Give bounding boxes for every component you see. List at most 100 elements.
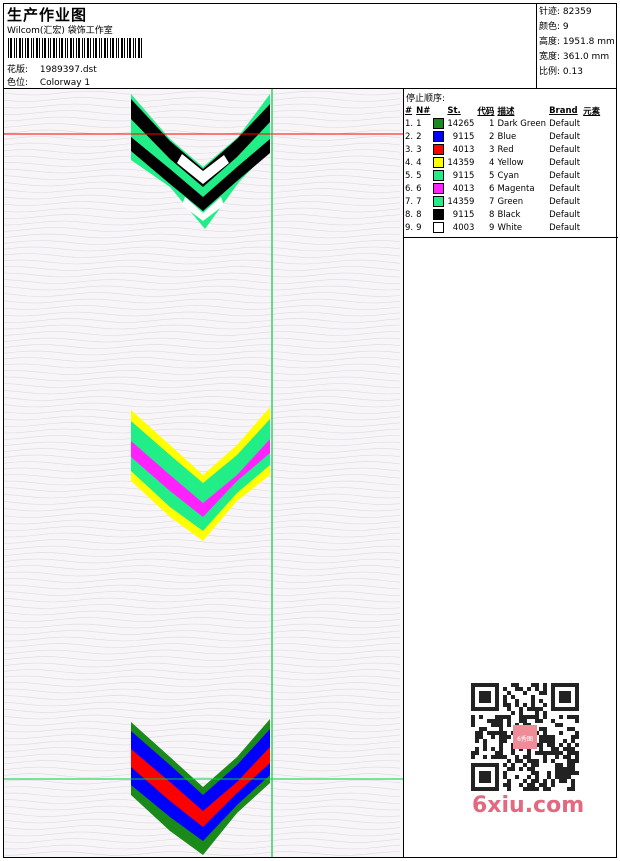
motif-middle (131, 407, 270, 541)
row-index: 6. (405, 183, 414, 194)
colorway-value: Colorway 1 (39, 78, 91, 88)
col-description: 描述 (497, 106, 515, 117)
row-needle: 8 (416, 209, 422, 220)
stat-colors: 颜色: 9 (539, 20, 618, 35)
row-brand: Default (549, 196, 581, 207)
row-needle: 6 (416, 183, 422, 194)
row-swatch (433, 156, 447, 169)
table-row: 2. 2 9115 2 Blue Default (405, 130, 603, 143)
stat-label: 针迹: (539, 7, 561, 17)
production-sheet: 生产作业图 Wilcom(汇宏) 袋饰工作室 花版: 1989397.dst 色… (3, 3, 618, 858)
row-element (583, 208, 603, 221)
row-index: 9. (405, 222, 414, 233)
stat-label: 颜色: (539, 22, 561, 32)
row-needle: 1 (416, 118, 422, 129)
row-stitches: 4013 (452, 144, 475, 155)
row-element (583, 182, 603, 195)
table-row: 3. 3 4013 3 Red Default (405, 143, 603, 156)
row-element (583, 169, 603, 182)
stat-value: 9 (562, 22, 569, 32)
col-code: 代码 (477, 106, 495, 117)
stat-value: 82359 (562, 7, 592, 17)
studio-name: Wilcom(汇宏) 袋饰工作室 (7, 26, 113, 36)
row-description: Cyan (497, 170, 519, 181)
panel-divider (404, 237, 618, 238)
row-code: 2 (489, 131, 495, 142)
row-swatch (433, 182, 447, 195)
stat-height: 高度: 1951.8 mm (539, 35, 618, 50)
stat-label: 宽度: (539, 52, 561, 62)
table-row: 1. 1 14265 1 Dark Green Default (405, 117, 603, 130)
color-swatch (433, 157, 445, 168)
design-file-row: 花版: 1989397.dst (7, 62, 97, 75)
row-code: 9 (489, 222, 495, 233)
row-description: Blue (497, 131, 517, 142)
color-swatch (433, 144, 445, 155)
stat-value: 361.0 mm (562, 52, 610, 62)
color-swatch (433, 183, 445, 194)
row-swatch (433, 221, 447, 234)
row-needle: 5 (416, 170, 422, 181)
row-description: Dark Green (497, 118, 547, 129)
row-description: White (497, 222, 523, 233)
row-brand: Default (549, 222, 581, 233)
row-swatch (433, 143, 447, 156)
row-index: 8. (405, 209, 414, 220)
row-needle: 7 (416, 196, 422, 207)
stop-sequence-panel: 停止顺序: # N# St. 代码 描述 Brand 元素 1. 1 14265 1 D… (404, 89, 618, 857)
design-file-label: 花版: (7, 65, 29, 75)
row-stitches: 14359 (447, 196, 475, 207)
col-stitches: St. (447, 105, 461, 116)
row-element (583, 195, 603, 208)
col-swatch (433, 104, 447, 117)
row-swatch (433, 169, 447, 182)
row-description: Magenta (497, 183, 535, 194)
row-description: Green (497, 196, 524, 207)
table-row: 8. 8 9115 8 Black Default (405, 208, 603, 221)
row-code: 1 (489, 118, 495, 129)
table-row: 9. 9 4003 9 White Default (405, 221, 603, 234)
col-index: # (405, 105, 413, 116)
stat-value: 0.13 (562, 67, 583, 77)
row-needle: 4 (416, 157, 422, 168)
color-swatch (433, 131, 445, 142)
table-header-row: # N# St. 代码 描述 Brand 元素 (405, 104, 603, 117)
table-row: 7. 7 14359 7 Green Default (405, 195, 603, 208)
stat-label: 高度: (539, 37, 561, 47)
row-brand: Default (549, 170, 581, 181)
table-row: 5. 5 9115 5 Cyan Default (405, 169, 603, 182)
row-index: 4. (405, 157, 414, 168)
colorway-row: 色位: Colorway 1 (7, 75, 90, 88)
stat-value: 1951.8 mm (562, 37, 615, 47)
color-swatch (433, 118, 445, 129)
row-code: 5 (489, 170, 495, 181)
row-description: Yellow (497, 157, 524, 168)
stat-width: 宽度: 361.0 mm (539, 50, 618, 65)
row-needle: 9 (416, 222, 422, 233)
row-index: 7. (405, 196, 414, 207)
stop-sequence-title: 停止顺序: (406, 94, 446, 104)
color-sequence-table: # N# St. 代码 描述 Brand 元素 1. 1 14265 1 Dark Gr… (405, 104, 603, 234)
row-stitches: 4003 (452, 222, 475, 233)
row-code: 4 (489, 157, 495, 168)
row-index: 5. (405, 170, 414, 181)
row-code: 7 (489, 196, 495, 207)
row-swatch (433, 195, 447, 208)
col-brand: Brand (549, 105, 578, 116)
sheet-title: 生产作业图 (7, 6, 88, 24)
stat-label: 比例: (539, 67, 561, 77)
row-code: 8 (489, 209, 495, 220)
row-element (583, 221, 603, 234)
color-swatch (433, 170, 445, 181)
row-index: 2. (405, 131, 414, 142)
qr-badge-text: 6秀图 (517, 735, 533, 743)
row-element (583, 130, 603, 143)
row-code: 3 (489, 144, 495, 155)
design-preview-canvas[interactable] (4, 89, 404, 857)
stat-scale: 比例: 0.13 (539, 65, 618, 80)
row-index: 1. (405, 118, 414, 129)
design-preview-svg (4, 89, 403, 857)
row-brand: Default (549, 209, 581, 220)
row-brand: Default (549, 144, 581, 155)
row-needle: 2 (416, 131, 422, 142)
